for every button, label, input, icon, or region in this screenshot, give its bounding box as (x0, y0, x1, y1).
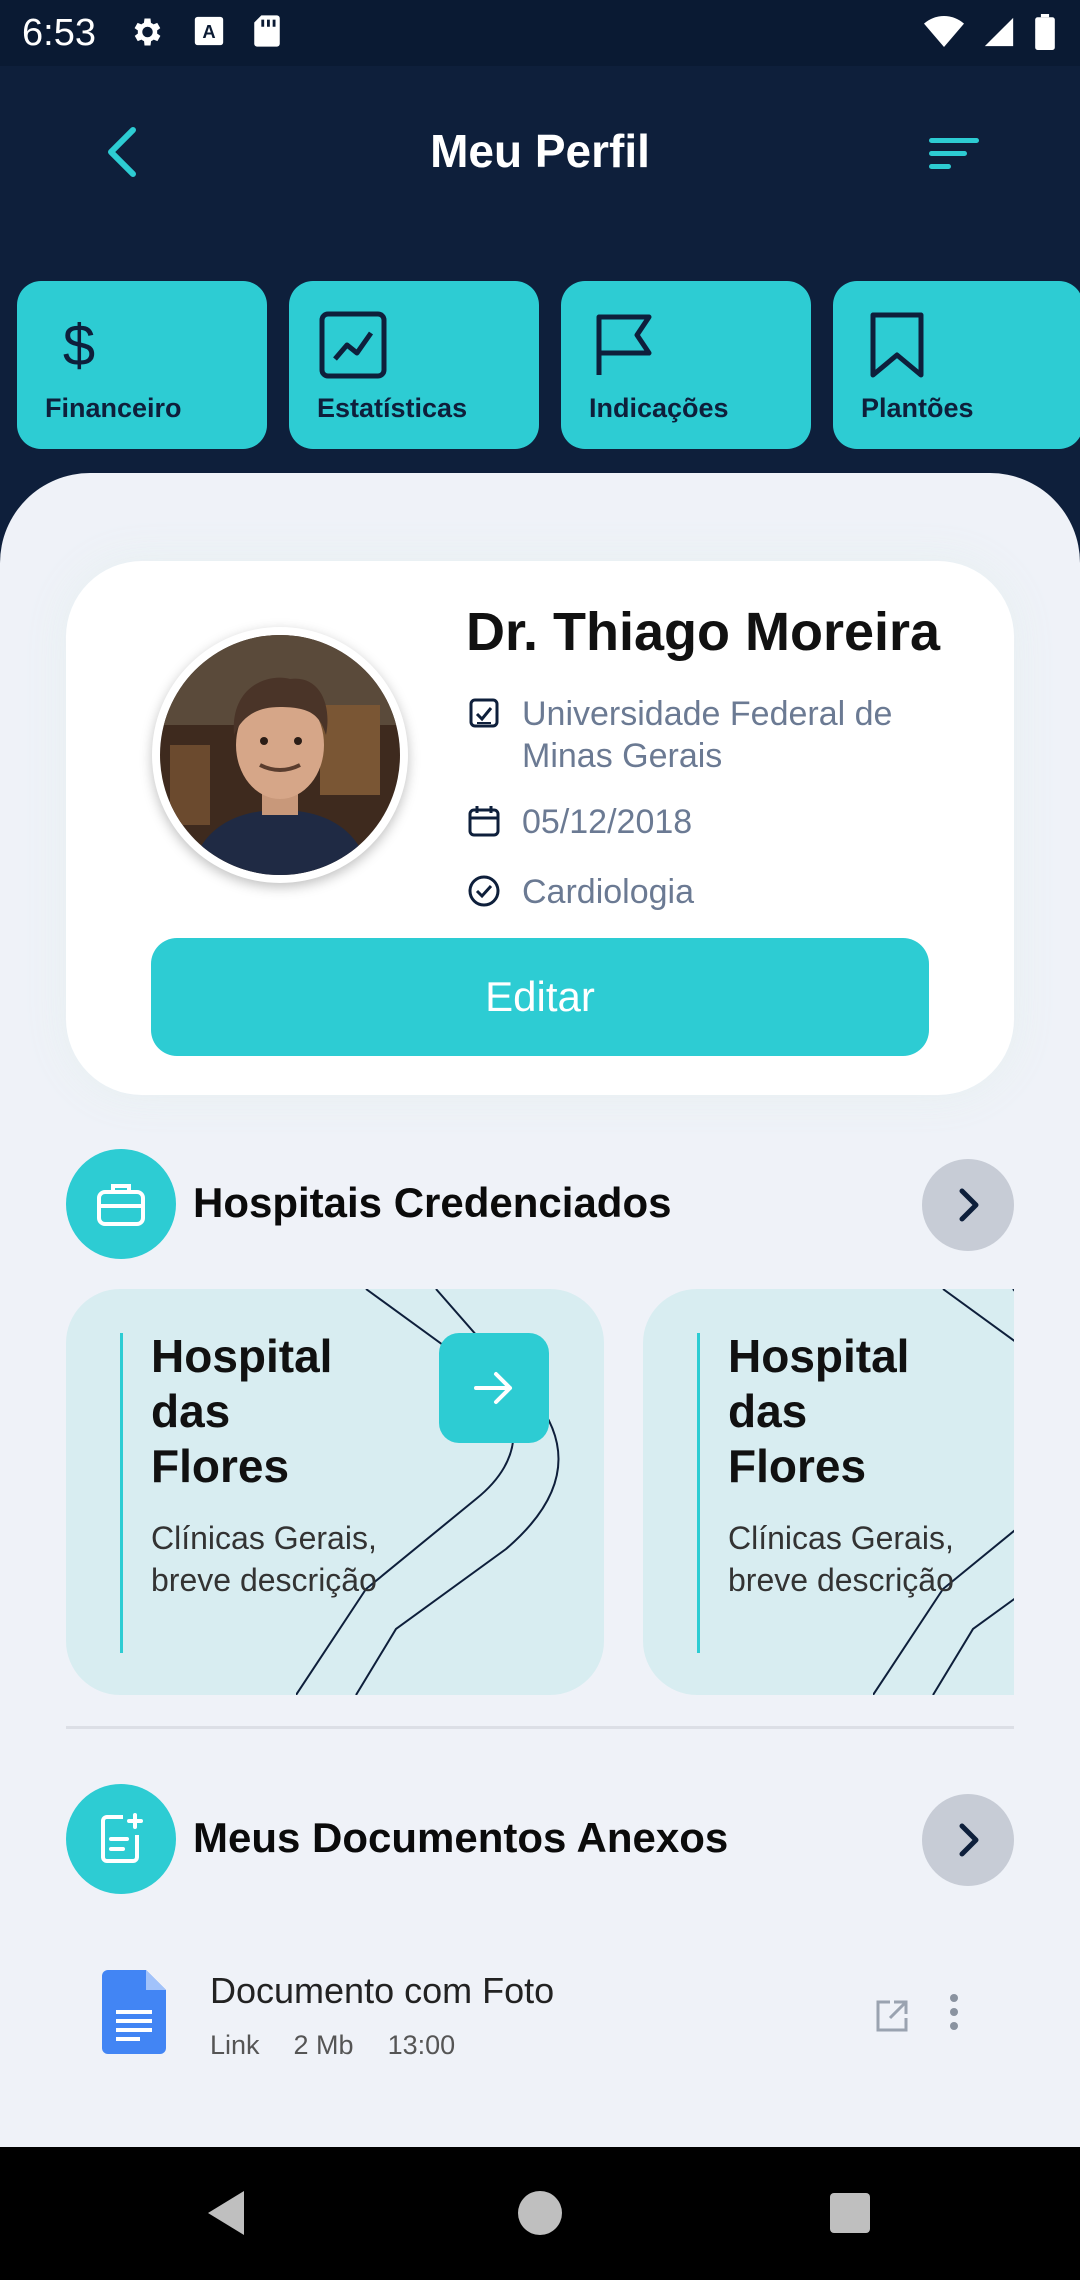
hospital-name: Hospital das Flores (728, 1330, 910, 1492)
documents-see-all-button[interactable] (922, 1794, 1014, 1886)
profile-card: Dr. Thiago Moreira Universidade Federal … (66, 561, 1014, 1095)
status-bar: 6:53 A (0, 0, 1080, 66)
avatar (152, 627, 408, 883)
more-vertical-icon[interactable] (946, 1990, 962, 2034)
chevron-right-icon (959, 1188, 979, 1222)
hospital-card[interactable]: Hospital das Flores Clínicas Gerais, bre… (66, 1289, 604, 1695)
filter-menu-icon[interactable] (925, 134, 985, 174)
documents-section-title: Meus Documentos Anexos (193, 1814, 729, 1861)
document-type: Link (210, 2030, 260, 2060)
tab-label: Financeiro (45, 393, 182, 423)
hospital-name: Hospital das Flores (151, 1330, 333, 1492)
calendar-check-icon (469, 698, 499, 728)
nav-recents-icon[interactable] (822, 2185, 878, 2241)
accent-bar (120, 1333, 123, 1653)
document-time: 13:00 (387, 2030, 456, 2060)
document-size: 2 Mb (293, 2030, 354, 2060)
font-icon: A (194, 16, 224, 46)
date-row: 05/12/2018 (466, 801, 972, 843)
arrow-right-icon (474, 1372, 512, 1404)
check-circle-icon (468, 875, 500, 907)
tab-label: Plantões (861, 393, 974, 423)
document-list-item[interactable]: Documento com Foto Link 2 Mb 13:00 (66, 1970, 1014, 2090)
system-nav-bar (0, 2147, 1080, 2280)
divider (66, 1726, 1014, 1729)
university-row: Universidade Federal de Minas Gerais (466, 693, 972, 777)
hospital-open-button[interactable] (439, 1333, 549, 1443)
tab-financeiro[interactable]: $ Financeiro (17, 281, 267, 449)
svg-text:A: A (202, 21, 215, 42)
google-doc-icon (102, 1970, 166, 2054)
tab-label: Estatísticas (317, 393, 468, 423)
doctor-name: Dr. Thiago Moreira (466, 602, 941, 662)
hospital-description: Clínicas Gerais, breve descrição (151, 1520, 377, 1598)
status-time: 6:53 (22, 12, 96, 54)
hospitals-section-title: Hospitais Credenciados (193, 1179, 672, 1226)
flag-icon (596, 314, 652, 375)
specialty-text: Cardiologia (522, 873, 694, 911)
chevron-right-icon (959, 1823, 979, 1857)
tab-label: Indicações (589, 393, 729, 423)
open-external-icon[interactable] (872, 1996, 912, 2036)
battery-icon (1035, 14, 1055, 50)
hospital-description: Clínicas Gerais, breve descrição (728, 1520, 954, 1598)
svg-text:$: $ (63, 313, 95, 378)
nav-back-icon[interactable] (200, 2185, 256, 2241)
sd-card-icon (254, 15, 280, 47)
content-sheet: Dr. Thiago Moreira Universidade Federal … (0, 473, 1080, 2147)
nav-home-icon[interactable] (512, 2185, 568, 2241)
signal-icon (984, 17, 1014, 47)
wifi-icon (924, 16, 964, 47)
documents-section-header: Meus Documentos Anexos (66, 1784, 1014, 1894)
document-add-icon (66, 1784, 176, 1894)
hospitals-see-all-button[interactable] (922, 1159, 1014, 1251)
hospital-carousel[interactable]: Hospital das Flores Clínicas Gerais, bre… (66, 1289, 1014, 1695)
edit-button[interactable]: Editar (151, 938, 929, 1056)
hospitals-section-header: Hospitais Credenciados (66, 1149, 1014, 1259)
page-title: Meu Perfil (430, 125, 650, 177)
bookmark-icon (870, 312, 924, 378)
profile-photo (160, 635, 400, 875)
hospital-card[interactable]: Hospital das Flores Clínicas Gerais, bre… (643, 1289, 1014, 1695)
chart-icon (319, 311, 387, 379)
date-text: 05/12/2018 (522, 803, 693, 841)
tab-indicacoes[interactable]: Indicações (561, 281, 811, 449)
accent-bar (697, 1333, 700, 1653)
briefcase-icon (66, 1149, 176, 1259)
gear-icon (134, 18, 161, 46)
tab-plantoes[interactable]: Plantões (833, 281, 1080, 449)
specialty-row: Cardiologia (466, 871, 972, 913)
calendar-icon (468, 806, 500, 837)
tab-estatisticas[interactable]: Estatísticas (289, 281, 539, 449)
document-name: Documento com Foto (210, 1970, 555, 2011)
profile-tabs: $ Financeiro Estatísticas Indicações Pla… (17, 281, 1080, 449)
university-text: Universidade Federal de Minas Gerais (522, 695, 893, 775)
document-meta: Link 2 Mb 13:00 (210, 2030, 455, 2061)
dollar-icon: $ (63, 313, 95, 378)
